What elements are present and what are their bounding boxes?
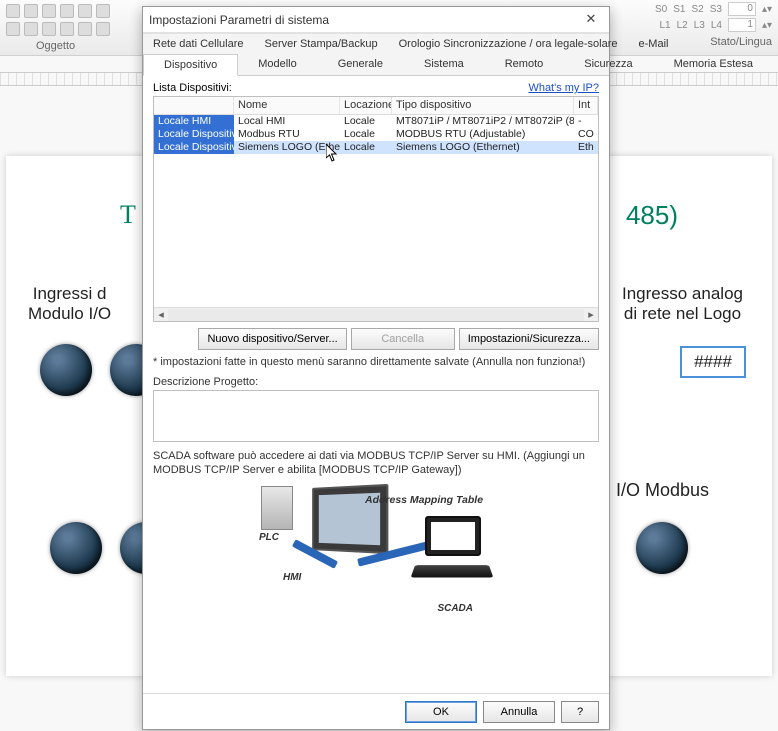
reg-s1: S1: [673, 4, 685, 15]
new-device-button[interactable]: Nuovo dispositivo/Server...: [198, 328, 346, 350]
tab-orologio[interactable]: Orologio Sincronizzazione / ora legale-s…: [389, 34, 629, 54]
led-indicator: [50, 522, 102, 574]
reg-l2: L2: [677, 20, 688, 31]
tab-generale[interactable]: Generale: [318, 54, 404, 75]
device-row-name: Siemens LOGO (Ethernet): [234, 141, 340, 154]
dialog-titlebar: Impostazioni Parametri di sistema ✕: [143, 7, 609, 33]
reg-l4: L4: [711, 20, 722, 31]
device-row-type: MODBUS RTU (Adjustable): [392, 128, 574, 141]
scroll-left-icon[interactable]: ◂: [154, 308, 168, 321]
scroll-track[interactable]: [168, 309, 584, 321]
reg-s0: S0: [655, 4, 667, 15]
tab-sistema[interactable]: Sistema: [404, 54, 485, 75]
delete-button[interactable]: Cancella: [351, 328, 455, 350]
reg-spinner-icon[interactable]: ▴▾: [762, 4, 772, 15]
help-button[interactable]: ?: [561, 701, 599, 723]
tab-server-stampa[interactable]: Server Stampa/Backup: [255, 34, 389, 54]
system-params-dialog: Impostazioni Parametri di sistema ✕ Rete…: [142, 6, 610, 730]
device-list-label: Lista Dispositivi:: [153, 82, 232, 94]
oggetto-label: Oggetto: [36, 40, 75, 52]
close-button[interactable]: ✕: [579, 10, 603, 30]
save-note: * impostazioni fatte in questo menù sara…: [153, 356, 599, 368]
device-row-interface: CO: [574, 128, 598, 141]
device-row-interface: -: [574, 115, 598, 128]
reg-l-val[interactable]: 1: [728, 18, 756, 32]
col-interfaccia[interactable]: Int: [574, 97, 598, 114]
device-row[interactable]: Locale Dispositivo 2Modbus RTULocaleMODB…: [154, 128, 598, 141]
project-description-label: Descrizione Progetto:: [153, 376, 599, 388]
diagram-plc-icon: [261, 486, 293, 530]
reg-spinner-icon[interactable]: ▴▾: [762, 20, 772, 31]
tab-memoria-estesa[interactable]: Memoria Estesa: [654, 54, 774, 75]
diagram-scada-label: SCADA: [437, 603, 473, 614]
tab-remoto[interactable]: Remoto: [485, 54, 565, 75]
diagram-laptop-icon: [409, 516, 491, 582]
reg-s-val[interactable]: 0: [728, 2, 756, 16]
cancel-button[interactable]: Annulla: [483, 701, 555, 723]
device-row-location: Locale: [340, 128, 392, 141]
reg-s3: S3: [710, 4, 722, 15]
bg-title-right: 485): [626, 200, 678, 231]
tab-sicurezza[interactable]: Sicurezza: [564, 54, 653, 75]
device-row-id: Locale Dispositivo 2: [154, 128, 234, 141]
device-list-header: Nome Locazione Tipo dispositivo Int: [154, 97, 598, 115]
device-row[interactable]: Locale Dispositivo 4Siemens LOGO (Ethern…: [154, 141, 598, 154]
project-description-input[interactable]: [153, 390, 599, 442]
device-row-name: Modbus RTU: [234, 128, 340, 141]
stato-lingua-label: Stato/Lingua: [710, 34, 772, 48]
device-list[interactable]: Nome Locazione Tipo dispositivo Int Loca…: [153, 96, 599, 322]
scada-diagram: PLC HMI Address Mapping Table SCADA: [261, 486, 491, 610]
numeric-display-placeholder: ####: [680, 346, 746, 378]
device-row-location: Locale: [340, 115, 392, 128]
diagram-mapping-label: Address Mapping Table: [365, 494, 483, 506]
device-row-type: Siemens LOGO (Ethernet): [392, 141, 574, 154]
tabs-container: Rete dati Cellulare Server Stampa/Backup…: [143, 33, 609, 76]
device-row-id: Locale Dispositivo 4: [154, 141, 234, 154]
reg-l1: L1: [659, 20, 670, 31]
device-row-location: Locale: [340, 141, 392, 154]
dialog-title: Impostazioni Parametri di sistema: [149, 13, 329, 27]
tab-email[interactable]: e-Mail: [629, 34, 680, 54]
diagram-plc-label: PLC: [259, 532, 279, 543]
diagram-hmi-label: HMI: [283, 572, 301, 583]
device-row-id: Locale HMI: [154, 115, 234, 128]
tab-rete-cellulare[interactable]: Rete dati Cellulare: [143, 34, 255, 54]
col-locazione[interactable]: Locazione: [340, 97, 392, 114]
bg-ingressi-label: Ingressi d Modulo I/O: [28, 284, 111, 325]
reg-s2: S2: [691, 4, 703, 15]
device-row-interface: Eth: [574, 141, 598, 154]
tab-modello[interactable]: Modello: [238, 54, 318, 75]
scroll-right-icon[interactable]: ▸: [584, 308, 598, 321]
led-indicator: [40, 344, 92, 396]
device-row[interactable]: Locale HMILocal HMILocaleMT8071iP / MT80…: [154, 115, 598, 128]
bg-title-left: T: [120, 200, 136, 230]
reg-l3: L3: [694, 20, 705, 31]
toolbar-icons: [6, 4, 126, 36]
dialog-footer: OK Annulla ?: [143, 693, 609, 729]
tab-dispositivo[interactable]: Dispositivo: [143, 54, 238, 76]
led-indicator: [636, 522, 688, 574]
bg-ingresso-analog-label: Ingresso analog di rete nel Logo: [622, 284, 743, 325]
scada-note: SCADA software può accedere ai dati via …: [153, 450, 599, 478]
device-row-type: MT8071iP / MT8071iP2 / MT8072iP (800 x 4…: [392, 115, 574, 128]
device-row-name: Local HMI: [234, 115, 340, 128]
bg-io-modbus-label: I/O Modbus: [616, 480, 709, 501]
col-nome[interactable]: Nome: [234, 97, 340, 114]
col-tipo[interactable]: Tipo dispositivo: [392, 97, 574, 114]
settings-security-button[interactable]: Impostazioni/Sicurezza...: [459, 328, 599, 350]
whats-my-ip-link[interactable]: What's my IP?: [528, 82, 599, 94]
list-horizontal-scrollbar[interactable]: ◂ ▸: [154, 307, 598, 321]
ok-button[interactable]: OK: [405, 701, 477, 723]
